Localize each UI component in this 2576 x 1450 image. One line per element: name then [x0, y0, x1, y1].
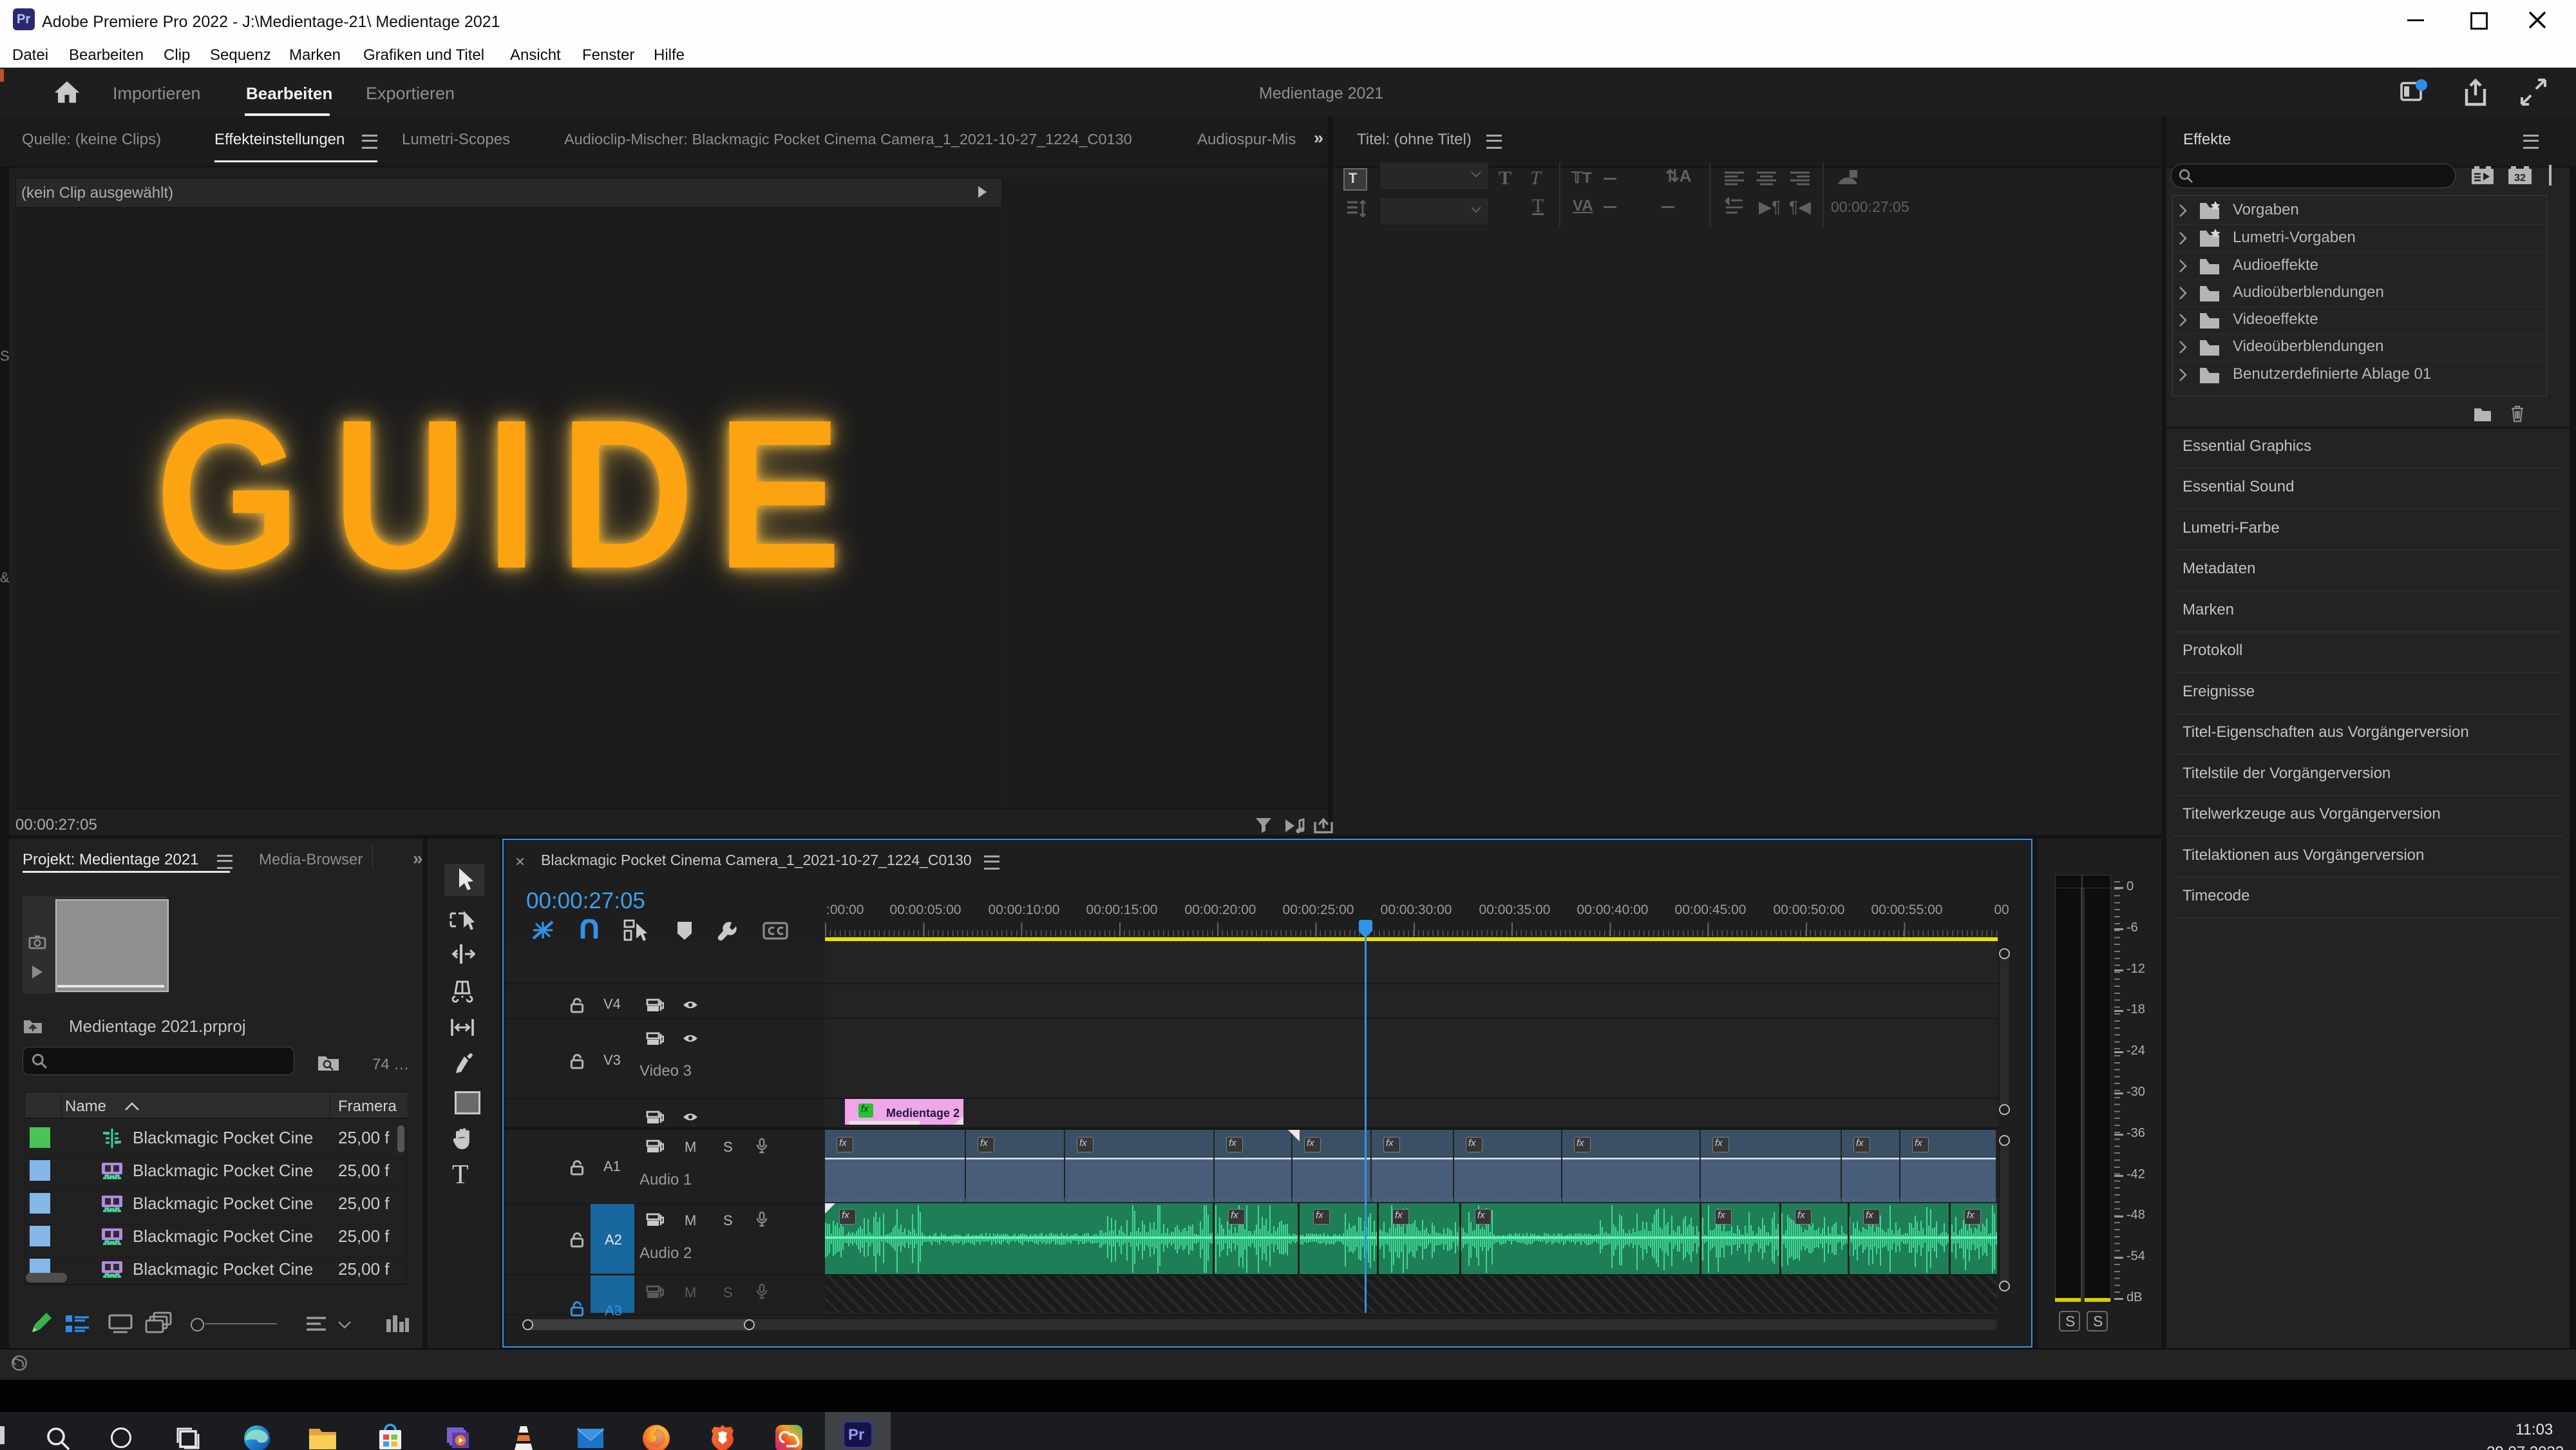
- svg-text:32: 32: [2514, 173, 2526, 184]
